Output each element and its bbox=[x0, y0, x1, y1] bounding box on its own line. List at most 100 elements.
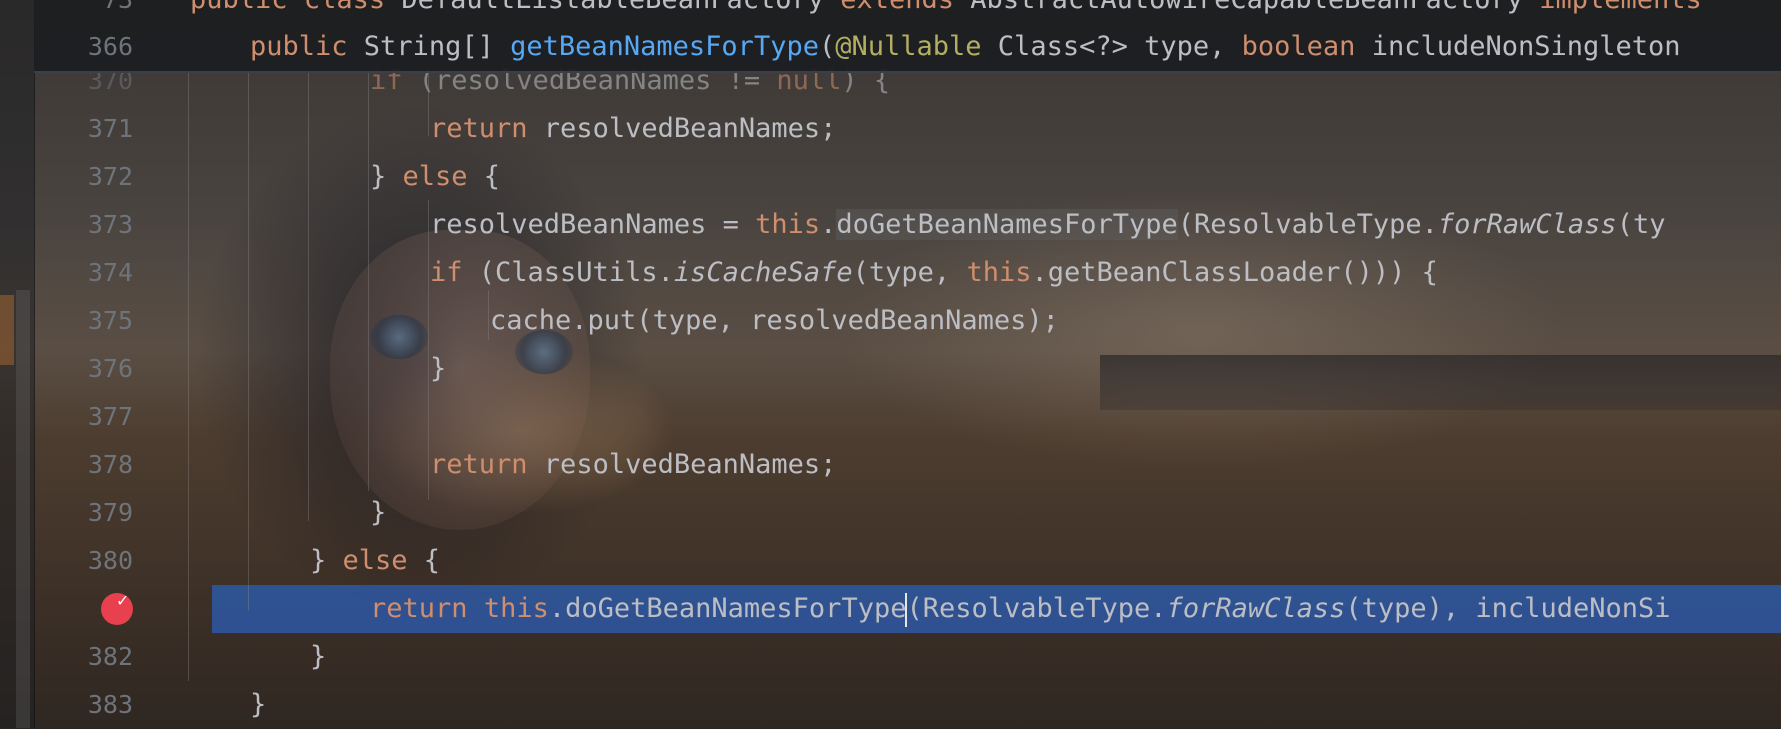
line-number[interactable]: 378 bbox=[60, 441, 133, 489]
code-text[interactable]: } else { bbox=[370, 153, 500, 201]
code-text[interactable]: return resolvedBeanNames; bbox=[430, 441, 836, 489]
code-token: class bbox=[304, 0, 385, 15]
code-token: } bbox=[430, 353, 447, 384]
code-line[interactable]: 373 resolvedBeanNames = this.doGetBeanNam… bbox=[0, 201, 1781, 249]
code-token: doGetBeanNamesForType bbox=[836, 209, 1178, 240]
code-token: if bbox=[430, 257, 463, 288]
code-token: return bbox=[430, 449, 528, 480]
line-number[interactable]: 372 bbox=[60, 153, 133, 201]
line-number[interactable]: 373 bbox=[60, 201, 133, 249]
code-token: (type), includeNonSi bbox=[1345, 593, 1671, 624]
code-token: resolvedBeanNames = bbox=[430, 209, 756, 240]
code-token: (ClassUtils. bbox=[462, 257, 674, 288]
indent-guide bbox=[368, 71, 369, 491]
line-number[interactable]: 73 bbox=[60, 0, 133, 24]
breakpoint-verified-icon: ✓ bbox=[116, 591, 130, 610]
code-token: extends bbox=[840, 0, 954, 15]
sticky-scroll-header[interactable]: 73 public class DefaultListableBeanFactor… bbox=[34, 0, 1781, 73]
code-token: AbstractAutowireCapableBeanFactory bbox=[954, 0, 1539, 15]
code-token: isCacheSafe bbox=[673, 257, 853, 288]
code-token: return bbox=[430, 113, 528, 144]
code-text[interactable]: } bbox=[370, 489, 386, 537]
code-text[interactable]: public class DefaultListableBeanFactory … bbox=[190, 0, 1702, 24]
code-token: public bbox=[250, 31, 348, 62]
line-number[interactable]: 366 bbox=[60, 23, 133, 71]
code-token: (type, bbox=[852, 257, 967, 288]
code-line[interactable]: 371 return resolvedBeanNames; bbox=[0, 105, 1781, 153]
line-number[interactable]: 382 bbox=[60, 633, 133, 681]
code-token: implements bbox=[1539, 0, 1702, 15]
code-editor[interactable]: ✓ 370 if (resolvedBeanNames != null) {371… bbox=[0, 0, 1781, 728]
code-token: } bbox=[370, 161, 403, 192]
code-token: resolvedBeanNames; bbox=[527, 449, 837, 480]
line-number[interactable]: 375 bbox=[60, 297, 133, 345]
code-text[interactable]: } bbox=[250, 681, 266, 729]
code-line[interactable]: 382} bbox=[0, 633, 1781, 681]
sticky-code-line[interactable]: 366 public String[] getBeanNamesForType(@… bbox=[34, 23, 1781, 71]
code-token: else bbox=[402, 161, 468, 192]
code-line[interactable]: 378 return resolvedBeanNames; bbox=[0, 441, 1781, 489]
code-token: { bbox=[467, 161, 501, 192]
code-token: boolean bbox=[1241, 31, 1356, 62]
code-token: } bbox=[370, 497, 387, 528]
line-number[interactable]: 377 bbox=[60, 393, 133, 441]
sticky-code-line[interactable]: 73 public class DefaultListableBeanFactor… bbox=[34, 0, 1781, 24]
code-token: DefaultListableBeanFactory bbox=[385, 0, 840, 15]
code-token: } bbox=[310, 641, 327, 672]
code-line[interactable]: 379} bbox=[0, 489, 1781, 537]
line-number[interactable]: 374 bbox=[60, 249, 133, 297]
code-token: this bbox=[755, 209, 821, 240]
code-token: this bbox=[966, 257, 1032, 288]
code-token: this bbox=[483, 593, 549, 624]
code-text[interactable]: if (ClassUtils.isCacheSafe(type, this.ge… bbox=[430, 249, 1438, 297]
code-token: getBeanNamesForType bbox=[510, 31, 819, 62]
code-text[interactable]: return resolvedBeanNames; bbox=[430, 105, 836, 153]
breakpoint[interactable]: ✓ bbox=[101, 591, 133, 625]
line-number[interactable]: 380 bbox=[60, 537, 133, 585]
code-token: return bbox=[370, 593, 468, 624]
code-text[interactable]: } else { bbox=[310, 537, 440, 585]
code-token: } bbox=[310, 545, 343, 576]
code-line[interactable]: 374 if (ClassUtils.isCacheSafe(type, this… bbox=[0, 249, 1781, 297]
code-line[interactable]: 383} bbox=[0, 681, 1781, 729]
code-token: . bbox=[820, 209, 837, 240]
code-text[interactable]: resolvedBeanNames = this.doGetBeanNamesF… bbox=[430, 201, 1665, 249]
code-token: forRawClass bbox=[1166, 593, 1346, 624]
code-text[interactable]: public String[] getBeanNamesForType(@Nul… bbox=[250, 23, 1681, 71]
line-number[interactable]: 371 bbox=[60, 105, 133, 153]
code-token: { bbox=[407, 545, 441, 576]
code-line[interactable]: 372} else { bbox=[0, 153, 1781, 201]
code-token: cache.put(type, resolvedBeanNames); bbox=[490, 305, 1059, 336]
code-token: .doGetBeanNamesForType bbox=[548, 593, 907, 624]
code-line[interactable]: 375 cache.put(type, resolvedBeanNames); bbox=[0, 297, 1781, 345]
code-line-breakpoint[interactable]: return this.doGetBeanNamesForType(Resolv… bbox=[0, 585, 1781, 633]
line-number[interactable]: 376 bbox=[60, 345, 133, 393]
code-token: forRawClass bbox=[1437, 209, 1617, 240]
code-token: @Nullable bbox=[835, 31, 982, 62]
code-text[interactable]: return this.doGetBeanNamesForType(Resolv… bbox=[370, 585, 1670, 633]
line-number[interactable]: 383 bbox=[60, 681, 133, 729]
code-token: includeNonSingleton bbox=[1355, 31, 1681, 62]
code-token: else bbox=[342, 545, 408, 576]
indent-guide bbox=[428, 71, 429, 136]
indent-guide bbox=[248, 71, 249, 611]
code-line[interactable]: 377 bbox=[0, 393, 1781, 441]
line-number[interactable]: 379 bbox=[60, 489, 133, 537]
code-token: String[] bbox=[347, 31, 511, 62]
code-token: (ResolvableType. bbox=[906, 593, 1167, 624]
indent-guide bbox=[428, 200, 429, 500]
code-text[interactable]: } bbox=[310, 633, 326, 681]
code-text[interactable]: } bbox=[430, 345, 446, 393]
code-token: (ResolvableType. bbox=[1177, 209, 1438, 240]
indent-guide bbox=[488, 290, 489, 340]
code-token: resolvedBeanNames; bbox=[527, 113, 837, 144]
code-token: } bbox=[250, 689, 267, 720]
code-token: public bbox=[190, 0, 288, 15]
indent-guide bbox=[188, 71, 189, 681]
code-text[interactable]: cache.put(type, resolvedBeanNames); bbox=[490, 297, 1059, 345]
code-line[interactable]: 376} bbox=[0, 345, 1781, 393]
code-line[interactable]: 380} else { bbox=[0, 537, 1781, 585]
code-token: Class<?> type, bbox=[981, 31, 1242, 62]
code-token: ( bbox=[818, 31, 836, 62]
